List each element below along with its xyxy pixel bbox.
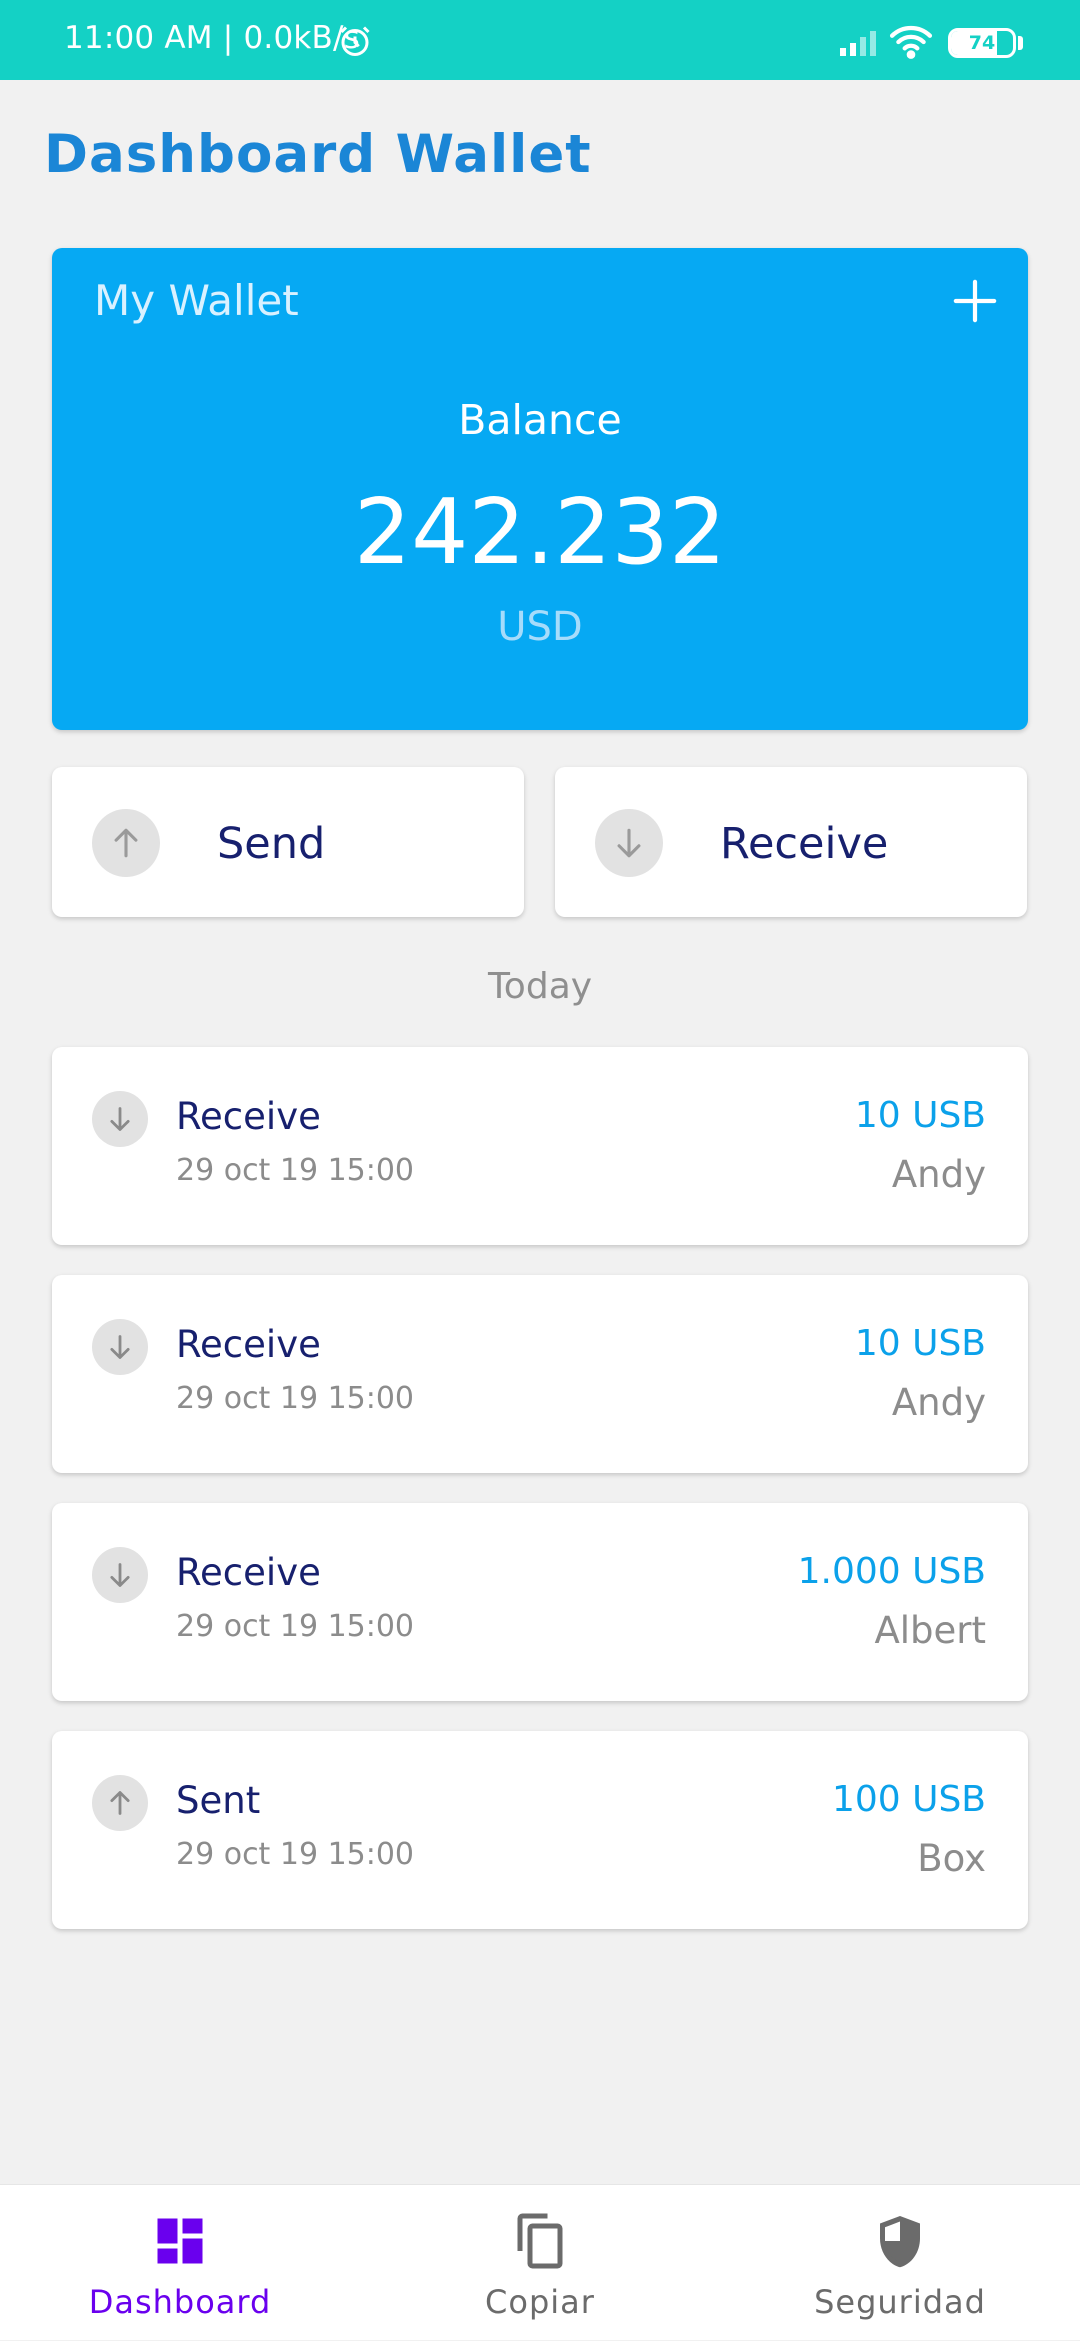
transaction-item[interactable]: Sent 29 oct 19 15:00 100 USB Box (52, 1731, 1028, 1929)
arrow-up-icon (92, 1775, 148, 1831)
balance-currency: USD (497, 604, 583, 650)
transaction-item[interactable]: Receive 29 oct 19 15:00 10 USB Andy (52, 1275, 1028, 1473)
arrow-down-icon (92, 1547, 148, 1603)
wifi-icon (889, 25, 933, 59)
transaction-amount: 1.000 USB (797, 1551, 986, 1592)
receive-label: Receive (720, 819, 889, 869)
transaction-person: Andy (891, 1381, 986, 1424)
transaction-type: Receive (176, 1323, 321, 1366)
send-button[interactable]: Send (52, 767, 524, 917)
bottom-nav: Dashboard Copiar Seguridad (0, 2184, 1080, 2340)
shield-icon (880, 2216, 920, 2268)
wallet-name: My Wallet (94, 276, 299, 325)
send-label: Send (217, 819, 326, 869)
transaction-type: Receive (176, 1551, 321, 1594)
nav-label-copiar: Copiar (485, 2283, 595, 2321)
cellular-signal-icon (840, 31, 876, 56)
transaction-person: Box (917, 1837, 986, 1880)
wallet-card[interactable]: My Wallet Balance 242.232 USD (52, 248, 1028, 730)
arrow-down-icon (92, 1319, 148, 1375)
battery-icon: 74 (948, 28, 1016, 58)
section-header-today: Today (487, 966, 593, 1007)
status-bar: 11:00 AM | 0.0kB/s 74 (0, 0, 1080, 80)
nav-label-seguridad: Seguridad (814, 2283, 986, 2321)
transaction-date: 29 oct 19 15:00 (176, 1837, 415, 1872)
arrow-down-icon (92, 1091, 148, 1147)
page-title: Dashboard Wallet (44, 124, 592, 185)
nav-item-seguridad[interactable]: Seguridad (720, 2185, 1080, 2341)
transaction-item[interactable]: Receive 29 oct 19 15:00 1.000 USB Albert (52, 1503, 1028, 1701)
transaction-type: Receive (176, 1095, 321, 1138)
copy-icon (517, 2213, 563, 2269)
dashboard-icon (157, 2218, 203, 2264)
transaction-person: Andy (891, 1153, 986, 1196)
transaction-date: 29 oct 19 15:00 (176, 1381, 415, 1416)
nav-item-copiar[interactable]: Copiar (360, 2185, 720, 2341)
plus-icon[interactable] (952, 278, 998, 324)
arrow-up-icon (92, 809, 160, 877)
transaction-amount: 10 USB (854, 1323, 986, 1364)
transaction-amount: 10 USB (854, 1095, 986, 1136)
battery-level: 74 (968, 32, 996, 54)
transaction-item[interactable]: Receive 29 oct 19 15:00 10 USB Andy (52, 1047, 1028, 1245)
transaction-date: 29 oct 19 15:00 (176, 1609, 415, 1644)
receive-button[interactable]: Receive (555, 767, 1027, 917)
balance-value: 242.232 (353, 480, 727, 585)
nav-item-dashboard[interactable]: Dashboard (0, 2185, 360, 2341)
arrow-down-icon (595, 809, 663, 877)
status-time: 11:00 AM | 0.0kB/s (64, 20, 361, 56)
alarm-clock-icon (340, 26, 370, 56)
nav-label-dashboard: Dashboard (88, 2283, 272, 2321)
transaction-type: Sent (176, 1779, 261, 1822)
transaction-person: Albert (874, 1609, 986, 1652)
balance-label: Balance (458, 396, 622, 444)
battery-tip (1018, 36, 1023, 50)
transaction-date: 29 oct 19 15:00 (176, 1153, 415, 1188)
transaction-amount: 100 USB (831, 1779, 986, 1820)
